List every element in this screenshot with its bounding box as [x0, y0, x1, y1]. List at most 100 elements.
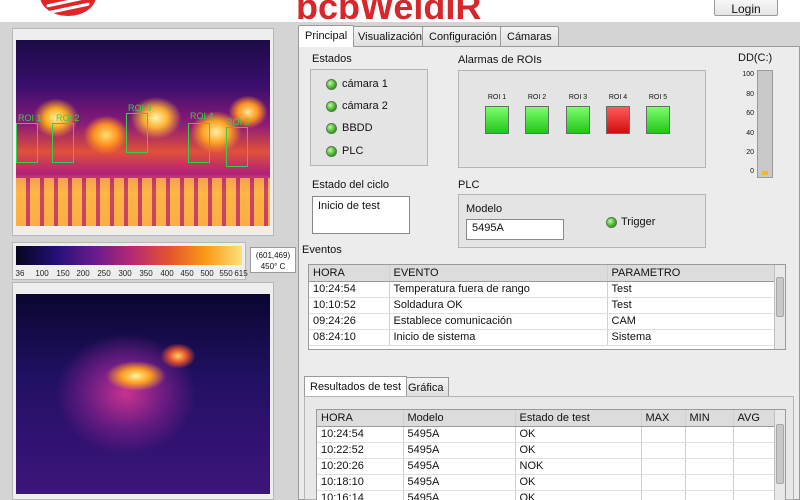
roi-alarm-label: ROI 3 — [568, 94, 588, 101]
column-header: Modelo — [402, 410, 515, 427]
scale-tick: 550 — [219, 269, 233, 278]
roi-box[interactable] — [126, 113, 148, 153]
table-cell: 10:22:52 — [317, 442, 403, 459]
scale-tick: 300 — [118, 269, 132, 278]
plc-modelo-field: 5495A — [466, 219, 564, 240]
table-cell: Inicio de sistema — [388, 329, 607, 346]
table-cell: 10:20:26 — [317, 458, 403, 475]
temperature-readout: (601,469) 450° C — [250, 247, 296, 273]
camera-1-thermal-image[interactable]: ROI 1 ROI 2 ROI 3 ROI 4 ROI 5 — [16, 40, 270, 226]
table-row[interactable]: 10:22:52 5495A OK — [317, 442, 785, 459]
scale-tick: 150 — [56, 269, 70, 278]
scale-tick: 615 — [234, 269, 248, 278]
roi-box[interactable] — [188, 123, 210, 163]
status-label: BBDD — [342, 122, 373, 134]
tab-grafica[interactable]: Gráfica — [402, 377, 450, 397]
table-cell: Sistema — [606, 329, 785, 346]
trigger-label: Trigger — [621, 216, 656, 228]
column-header: MAX — [640, 410, 685, 427]
estados-title: Estados — [312, 53, 352, 65]
color-scale: 36 100 150 200 250 300 350 400 450 500 5… — [12, 242, 248, 280]
ciclo-value: Inicio de test — [312, 196, 410, 234]
trigger-led — [606, 217, 617, 228]
thermal-parts-image — [16, 178, 270, 226]
roi-5-alarm-indicator — [646, 106, 670, 134]
table-cell — [640, 458, 685, 475]
eventos-title: Eventos — [302, 244, 342, 256]
table-row[interactable]: 08:24:10 Inicio de sistema Sistema — [309, 329, 785, 346]
table-cell — [684, 474, 733, 491]
table-cell: 10:16:14 — [317, 490, 403, 500]
table-cell: 10:10:52 — [309, 297, 389, 314]
tab-camaras[interactable]: Cámaras — [500, 26, 559, 46]
disk-tick: 80 — [746, 91, 754, 98]
top-bar: bcbWeldIR Login — [0, 0, 800, 22]
roi-1-alarm-indicator — [485, 106, 509, 134]
column-header: HORA — [309, 265, 389, 282]
table-cell — [684, 426, 733, 443]
eventos-scroll-thumb[interactable] — [776, 277, 784, 317]
status-led-bbdd — [326, 123, 337, 134]
table-cell — [640, 490, 685, 500]
column-header: PARAMETRO — [606, 265, 785, 282]
table-cell: 5495A — [402, 442, 515, 459]
status-label: PLC — [342, 145, 364, 157]
table-cell: Soldadura OK — [388, 297, 607, 314]
scale-tick: 250 — [97, 269, 111, 278]
table-cell: 5495A — [402, 458, 515, 475]
table-row[interactable]: 10:20:26 5495A NOK — [317, 458, 785, 475]
roi-label: ROI 2 — [56, 113, 80, 123]
table-cell — [684, 442, 733, 459]
table-cell: 10:24:54 — [309, 281, 389, 298]
roi-label: ROI 5 — [226, 117, 250, 127]
column-header: Estado de test — [514, 410, 641, 427]
roi-alarm-label: ROI 1 — [487, 94, 507, 101]
table-cell: 5495A — [402, 490, 515, 500]
ciclo-title: Estado del ciclo — [312, 179, 390, 191]
status-label: cámara 1 — [342, 78, 388, 90]
roi-2-alarm-indicator — [525, 106, 549, 134]
column-header: HORA — [317, 410, 403, 427]
table-cell: OK — [514, 490, 641, 500]
tab-resultados-de-test[interactable]: Resultados de test — [304, 376, 408, 396]
scale-tick: 400 — [160, 269, 174, 278]
table-row[interactable]: 10:18:10 5495A OK — [317, 474, 785, 491]
table-cell — [640, 442, 685, 459]
scale-tick: 200 — [76, 269, 90, 278]
scale-tick: 350 — [139, 269, 153, 278]
table-cell — [684, 458, 733, 475]
table-row[interactable]: 10:10:52 Soldadura OK Test — [309, 297, 785, 314]
tab-configuracion[interactable]: Configuración — [422, 26, 504, 46]
table-row[interactable]: 09:24:26 Establece comunicación CAM — [309, 313, 785, 330]
table-cell: CAM — [606, 313, 785, 330]
tab-principal[interactable]: Principal — [298, 25, 355, 47]
disk-tick: 40 — [746, 130, 754, 137]
table-row[interactable]: 10:16:14 5495A OK — [317, 490, 785, 500]
resultados-scroll-thumb[interactable] — [776, 424, 784, 484]
camera-2-thermal-image[interactable] — [16, 294, 270, 494]
eventos-scrollbar[interactable] — [774, 265, 785, 349]
eventos-table: HORA EVENTO PARAMETRO 10:24:54 Temperatu… — [308, 264, 786, 350]
scale-tick: 36 — [15, 269, 25, 278]
tab-visualizacion[interactable]: Visualización — [351, 26, 430, 46]
table-cell: 5495A — [402, 474, 515, 491]
table-cell — [684, 490, 733, 500]
table-cell: Establece comunicación — [388, 313, 607, 330]
table-cell — [640, 474, 685, 491]
plc-title: PLC — [458, 179, 480, 191]
roi-box[interactable] — [16, 123, 38, 163]
roi-box[interactable] — [52, 123, 74, 163]
disk-tick: 60 — [746, 110, 754, 117]
table-cell: Test — [606, 281, 785, 298]
table-cell: 5495A — [402, 426, 515, 443]
table-row[interactable]: 10:24:54 5495A OK — [317, 426, 785, 443]
table-row[interactable]: 10:24:54 Temperatura fuera de rango Test — [309, 281, 785, 298]
color-scale-gradient — [16, 246, 242, 265]
resultados-scrollbar[interactable] — [774, 410, 785, 500]
roi-box[interactable] — [226, 127, 248, 167]
login-button[interactable]: Login — [714, 0, 778, 16]
column-header: MIN — [684, 410, 733, 427]
table-cell: Temperatura fuera de rango — [388, 281, 607, 298]
disk-usage-fill — [762, 171, 768, 175]
table-cell: OK — [514, 426, 641, 443]
